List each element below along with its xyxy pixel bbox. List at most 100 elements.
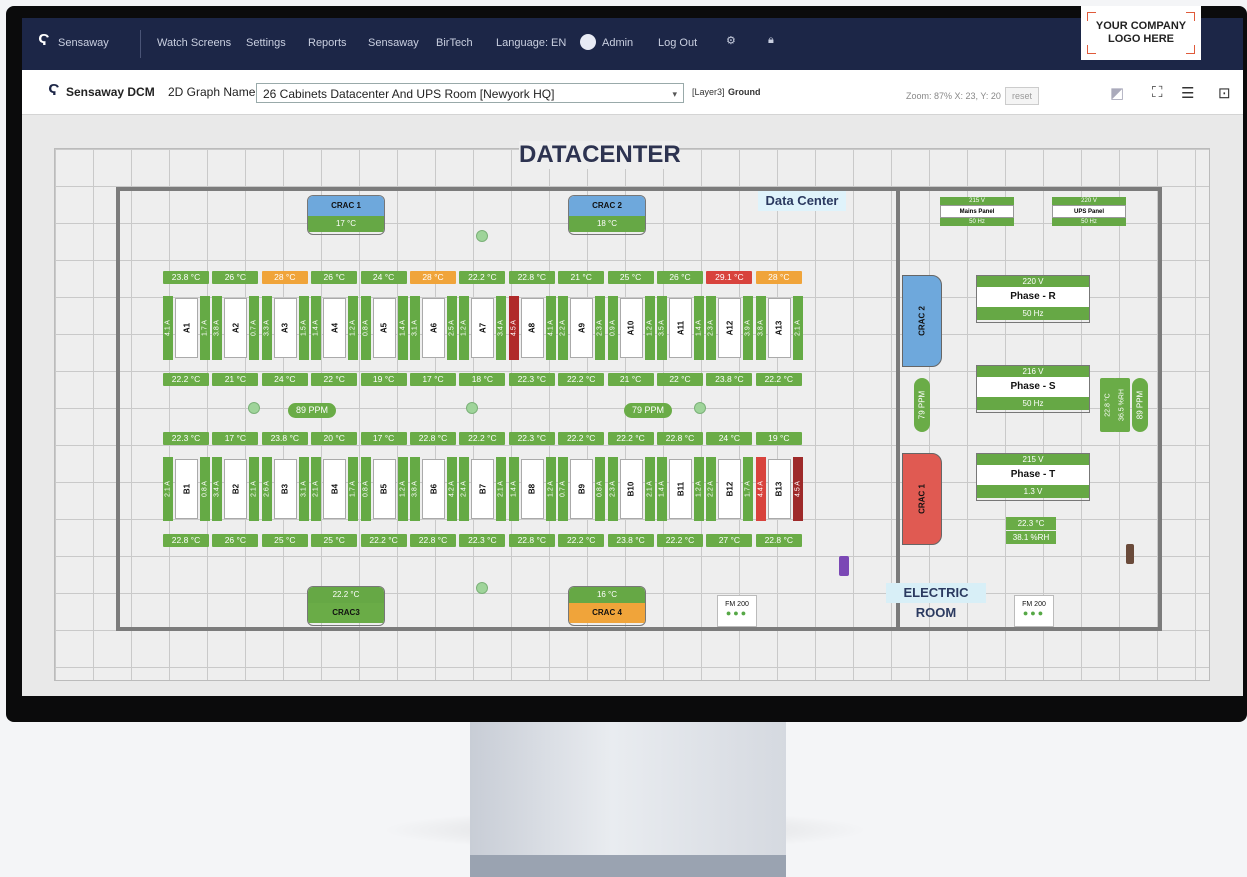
cabinet-left-current: 0.9 A [609, 320, 617, 336]
mains-panel[interactable]: 215 V Mains Panel 50 Hz [940, 197, 1014, 231]
cabinet-body: A9 [570, 298, 594, 358]
cabinet-name: A11 [676, 320, 685, 336]
cabinet-temp-label: 22.2 °C [558, 534, 605, 547]
nav-divider [140, 30, 141, 58]
cabinet[interactable]: 1.4 A B11 1.2 A [657, 457, 704, 521]
cabinet[interactable]: 4.5 A A8 4.1 A [508, 296, 556, 360]
cabinet[interactable]: 3.8 A A2 0.7 A [212, 296, 260, 360]
phase-r-voltage: 220 V [977, 276, 1089, 287]
phase-r-meter[interactable]: 220 V Phase - R 50 Hz [976, 275, 1090, 323]
cabinet[interactable]: 2.1 A B1 0.8 A [163, 457, 210, 521]
gear-icon[interactable]: ⚙ [726, 34, 736, 47]
cabinet-name: A7 [478, 322, 488, 334]
reset-button[interactable]: reset [1005, 87, 1039, 105]
cabinet[interactable]: 2.3 A A12 3.9 A [706, 296, 754, 360]
cabinet[interactable]: 0.7 A B9 0.8 A [558, 457, 606, 521]
app-name: Sensaway DCM [66, 85, 155, 99]
sensor-dot[interactable] [248, 402, 260, 414]
nav-admin[interactable]: Admin [602, 37, 633, 49]
nav-reports[interactable]: Reports [308, 37, 347, 49]
cabinet-right-current: 3.1 A [300, 481, 308, 497]
cabinet-left-current: 2.4 A [460, 481, 468, 497]
cabinet[interactable]: 2.4 A B7 2.1 A [459, 457, 507, 521]
phase-s-meter[interactable]: 216 V Phase - S 50 Hz [976, 365, 1090, 413]
data-center-label: Data Center [758, 191, 846, 211]
cabinet[interactable]: 2.1 A B4 1.7 A [311, 457, 359, 521]
cabinet-right-feed: 1.2 A [397, 457, 408, 521]
cabinet[interactable]: 4.4 A B13 4.5 A [755, 457, 803, 521]
cabinet-temp-label: 22 °C [657, 373, 703, 386]
sensor-device-purple[interactable] [839, 556, 849, 576]
electric-temp-humidity[interactable]: 22.3 °C 38.1 %RH [1006, 517, 1056, 545]
cabinet[interactable]: 2.3 A B10 2.1 A [607, 457, 655, 521]
nav-watch-screens[interactable]: Watch Screens [157, 37, 231, 49]
cabinet[interactable]: 0.9 A A10 1.2 A [607, 296, 655, 360]
nav-settings[interactable]: Settings [246, 37, 286, 49]
cabinet-body: B2 [224, 459, 248, 519]
nav-sensaway[interactable]: Sensaway [368, 37, 419, 49]
cabinet-name: B2 [231, 483, 241, 495]
layers-icon[interactable]: ◩ [1110, 84, 1124, 102]
nav-birtech[interactable]: BirTech [436, 37, 473, 49]
cabinet-temp-label: 22.3 °C [508, 373, 555, 386]
ups-panel[interactable]: 220 V UPS Panel 50 Hz [1052, 197, 1126, 231]
cabinet[interactable]: 3.8 A B6 4.2 A [410, 457, 457, 521]
crac-1-electric-unit[interactable]: CRAC 1 [902, 453, 942, 545]
crac-1-name: CRAC 1 [308, 196, 384, 216]
layer-name: Ground [728, 87, 761, 97]
cabinet[interactable]: 3.5 A A11 1.4 A [657, 296, 704, 360]
cabinet-body: B11 [669, 459, 692, 519]
user-avatar-icon[interactable] [580, 34, 596, 50]
cabinet[interactable]: 4.1 A A1 1.7 A [163, 296, 210, 360]
cabinet[interactable]: 0.8 A B5 1.2 A [360, 457, 408, 521]
cabinet[interactable]: 3.1 A A6 2.5 A [410, 296, 457, 360]
cabinet[interactable]: 3.3 A A3 1.5 A [261, 296, 309, 360]
cabinet-temp-label: 26 °C [311, 271, 358, 284]
cabinet-right-feed: 2.1 A [792, 296, 803, 360]
sensor-dot[interactable] [476, 230, 488, 242]
cabinet-right-current: 1.2 A [399, 481, 407, 497]
fm200-electric-room[interactable]: FM 200 ●●● [1014, 595, 1054, 627]
fullscreen-icon[interactable]: ⛶ [1152, 84, 1163, 101]
cabinet[interactable]: 3.8 A A13 2.1 A [755, 296, 803, 360]
sensor-dot[interactable] [476, 582, 488, 594]
crac-1-unit[interactable]: CRAC 1 17 °C [307, 195, 385, 235]
cabinet-temp-label: 22.2 °C [657, 534, 703, 547]
cabinet-left-current: 2.2 A [559, 320, 567, 336]
graph-name-label: 2D Graph Name : [168, 85, 263, 99]
fm200-datacenter[interactable]: FM 200 ●●● [717, 595, 757, 627]
phase-t-name: Phase - T [977, 465, 1089, 485]
cabinet[interactable]: 3.4 A B2 2.1 A [212, 457, 260, 521]
cabinet-temp-label: 20 °C [311, 432, 358, 445]
settings-square-icon[interactable]: ⊡ [1218, 84, 1231, 102]
cabinet[interactable]: 2.2 A A9 2.3 A [558, 296, 606, 360]
nav-logout[interactable]: Log Out [658, 37, 697, 49]
cabinet[interactable]: 1.4 A B8 1.2 A [508, 457, 556, 521]
wall-bottom-er [896, 627, 1162, 631]
cabinet-temp-label: 22.8 °C [508, 534, 555, 547]
crac-3-unit[interactable]: 22.2 °C CRAC3 [307, 586, 385, 626]
sensor-dot[interactable] [694, 402, 706, 414]
cabinet[interactable]: 1.2 A A7 3.4 A [459, 296, 507, 360]
cabinet-body: B4 [323, 459, 347, 519]
logo-text: YOUR COMPANY LOGO HERE [1081, 20, 1201, 46]
cabinet-left-feed: 4.1 A [163, 296, 173, 360]
cabinet-left-current: 1.4 A [658, 481, 666, 497]
cabinet[interactable]: 1.4 A A4 1.2 A [311, 296, 359, 360]
crac-2-unit[interactable]: CRAC 2 18 °C [568, 195, 646, 235]
graph-name-select[interactable]: 26 Cabinets Datacenter And UPS Room [New… [256, 83, 684, 103]
lock-icon[interactable]: 🔒︎ [768, 34, 774, 47]
nav-language[interactable]: Language: EN [496, 37, 566, 49]
sensor-dot[interactable] [466, 402, 478, 414]
cabinet-name: A6 [429, 322, 438, 334]
list-menu-icon[interactable]: ☰ [1181, 84, 1194, 102]
cabinet[interactable]: 2.6 A B3 3.1 A [261, 457, 309, 521]
crac-4-unit[interactable]: 16 °C CRAC 4 [568, 586, 646, 626]
crac-2-electric-unit[interactable]: CRAC 2 [902, 275, 942, 367]
cabinet[interactable]: 2.2 A B12 1.7 A [706, 457, 754, 521]
sensor-device-brown[interactable] [1126, 544, 1134, 564]
cabinet-body: B9 [570, 459, 594, 519]
phase-t-meter[interactable]: 215 V Phase - T 1.3 V [976, 453, 1090, 501]
cabinet[interactable]: 0.8 A A5 1.4 A [360, 296, 408, 360]
cabinet-temp-label: 22.3 °C [508, 432, 555, 445]
